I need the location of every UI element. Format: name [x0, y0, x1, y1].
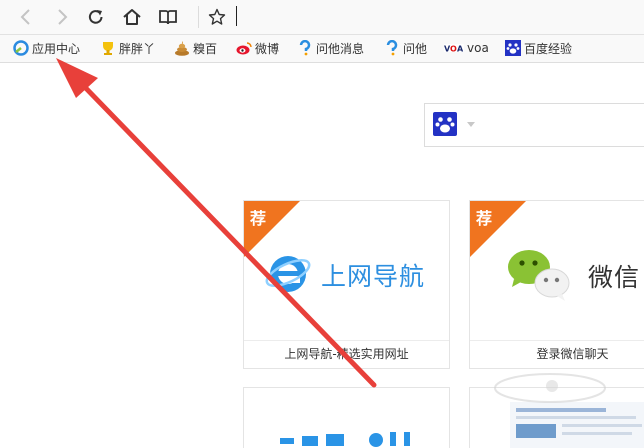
- watermark-logo: [494, 373, 606, 403]
